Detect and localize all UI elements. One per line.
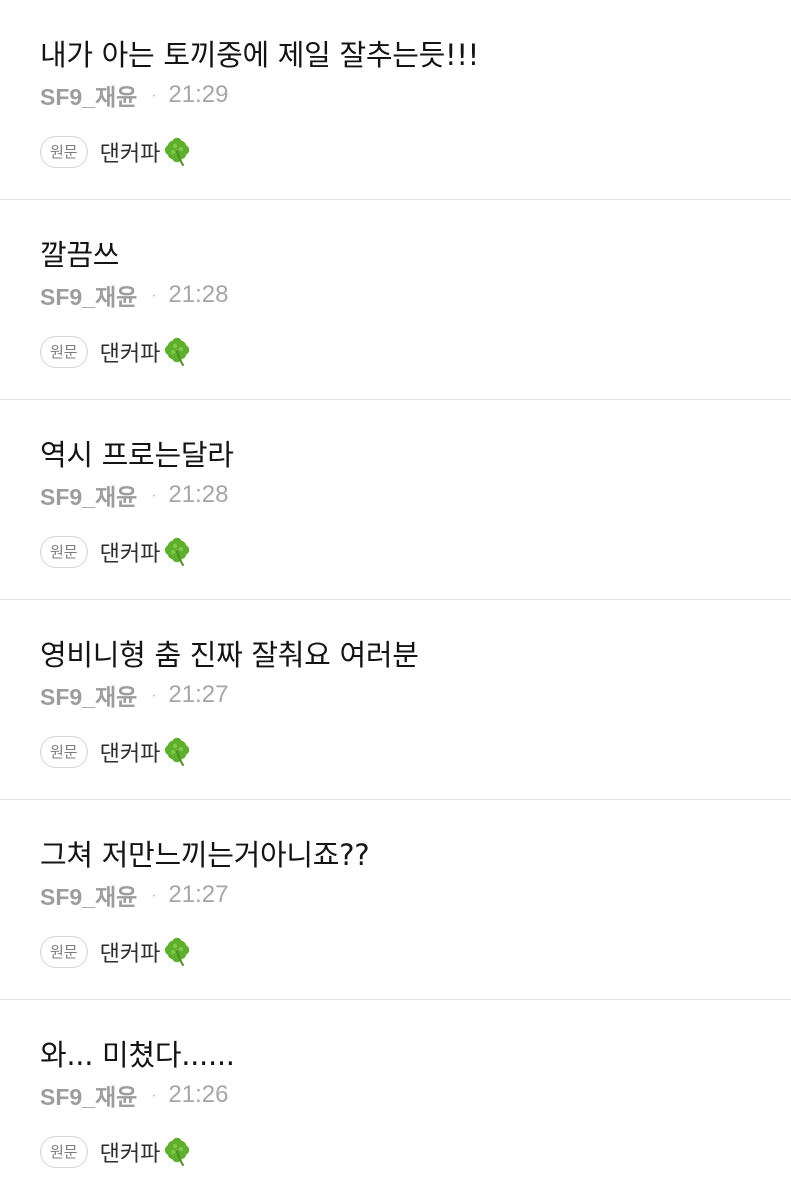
comment-item: 역시 프로는달라 SF9_재윤 · 21:28 원문 댄커파 [0, 400, 791, 600]
comment-item: 와... 미쳤다...... SF9_재윤 · 21:26 원문 댄커파 [0, 1000, 791, 1200]
comment-text: 내가 아는 토끼중에 제일 잘추는듯!!! [40, 38, 479, 72]
comment-feed: 내가 아는 토끼중에 제일 잘추는듯!!! SF9_재윤 · 21:29 원문 … [0, 0, 791, 1200]
meta-separator: · [151, 485, 157, 505]
comment-meta: SF9_재윤 · 21:29 [40, 79, 791, 111]
comment-actions: 원문 댄커파 [40, 334, 791, 370]
author-name[interactable]: SF9_재윤 [40, 78, 137, 112]
meta-separator: · [151, 1085, 157, 1105]
meta-separator: · [151, 885, 157, 905]
timestamp: 21:29 [168, 81, 229, 108]
comment-meta: SF9_재윤 · 21:26 [40, 1079, 791, 1111]
comment-actions: 원문 댄커파 [40, 1134, 791, 1170]
comment-meta: SF9_재윤 · 21:28 [40, 479, 791, 511]
comment-meta: SF9_재윤 · 21:27 [40, 679, 791, 711]
meta-separator: · [151, 85, 157, 105]
author-name[interactable]: SF9_재윤 [40, 478, 137, 512]
fandom-tag: 댄커파 [100, 136, 193, 168]
fandom-tag-label: 댄커파 [99, 542, 161, 567]
fandom-tag: 댄커파 [100, 536, 193, 568]
original-text-button[interactable]: 원문 [40, 536, 88, 568]
comment-meta: SF9_재윤 · 21:28 [40, 279, 791, 311]
comment-item: 깔끔쓰 SF9_재윤 · 21:28 원문 댄커파 [0, 200, 791, 400]
timestamp: 21:26 [168, 1081, 229, 1108]
original-text-button[interactable]: 원문 [40, 1136, 88, 1168]
fandom-tag: 댄커파 [100, 336, 193, 368]
comment-text: 역시 프로는달라 [40, 438, 234, 472]
comment-meta: SF9_재윤 · 21:27 [40, 879, 791, 911]
four-leaf-clover-icon [165, 737, 190, 766]
comment-actions: 원문 댄커파 [40, 134, 791, 170]
author-name[interactable]: SF9_재윤 [40, 278, 137, 312]
comment-text: 그쳐 저만느끼는거아니죠?? [40, 838, 370, 872]
comment-item: 영비니형 춤 진짜 잘춰요 여러분 SF9_재윤 · 21:27 원문 댄커파 [0, 600, 791, 800]
original-text-button[interactable]: 원문 [40, 136, 88, 168]
comment-actions: 원문 댄커파 [40, 734, 791, 770]
timestamp: 21:27 [168, 681, 229, 708]
author-name[interactable]: SF9_재윤 [40, 878, 137, 912]
comment-text: 깔끔쓰 [40, 238, 120, 272]
fandom-tag-label: 댄커파 [99, 1142, 161, 1167]
comment-item: 그쳐 저만느끼는거아니죠?? SF9_재윤 · 21:27 원문 댄커파 [0, 800, 791, 1000]
comment-actions: 원문 댄커파 [40, 934, 791, 970]
comment-text: 영비니형 춤 진짜 잘춰요 여러분 [40, 638, 419, 672]
meta-separator: · [151, 285, 157, 305]
comment-text: 와... 미쳤다...... [40, 1038, 235, 1072]
timestamp: 21:28 [168, 481, 229, 508]
meta-separator: · [151, 685, 157, 705]
four-leaf-clover-icon [165, 337, 190, 366]
four-leaf-clover-icon [165, 137, 190, 166]
comment-actions: 원문 댄커파 [40, 534, 791, 570]
timestamp: 21:28 [168, 281, 229, 308]
fandom-tag: 댄커파 [100, 936, 193, 968]
fandom-tag-label: 댄커파 [99, 142, 161, 167]
four-leaf-clover-icon [165, 937, 190, 966]
fandom-tag-label: 댄커파 [99, 742, 161, 767]
fandom-tag-label: 댄커파 [99, 942, 161, 967]
author-name[interactable]: SF9_재윤 [40, 1078, 137, 1112]
fandom-tag: 댄커파 [100, 736, 193, 768]
original-text-button[interactable]: 원문 [40, 336, 88, 368]
fandom-tag-label: 댄커파 [99, 342, 161, 367]
comment-item: 내가 아는 토끼중에 제일 잘추는듯!!! SF9_재윤 · 21:29 원문 … [0, 0, 791, 200]
author-name[interactable]: SF9_재윤 [40, 678, 137, 712]
timestamp: 21:27 [168, 881, 229, 908]
fandom-tag: 댄커파 [100, 1136, 193, 1168]
four-leaf-clover-icon [165, 537, 190, 566]
four-leaf-clover-icon [165, 1137, 190, 1166]
original-text-button[interactable]: 원문 [40, 936, 88, 968]
original-text-button[interactable]: 원문 [40, 736, 88, 768]
